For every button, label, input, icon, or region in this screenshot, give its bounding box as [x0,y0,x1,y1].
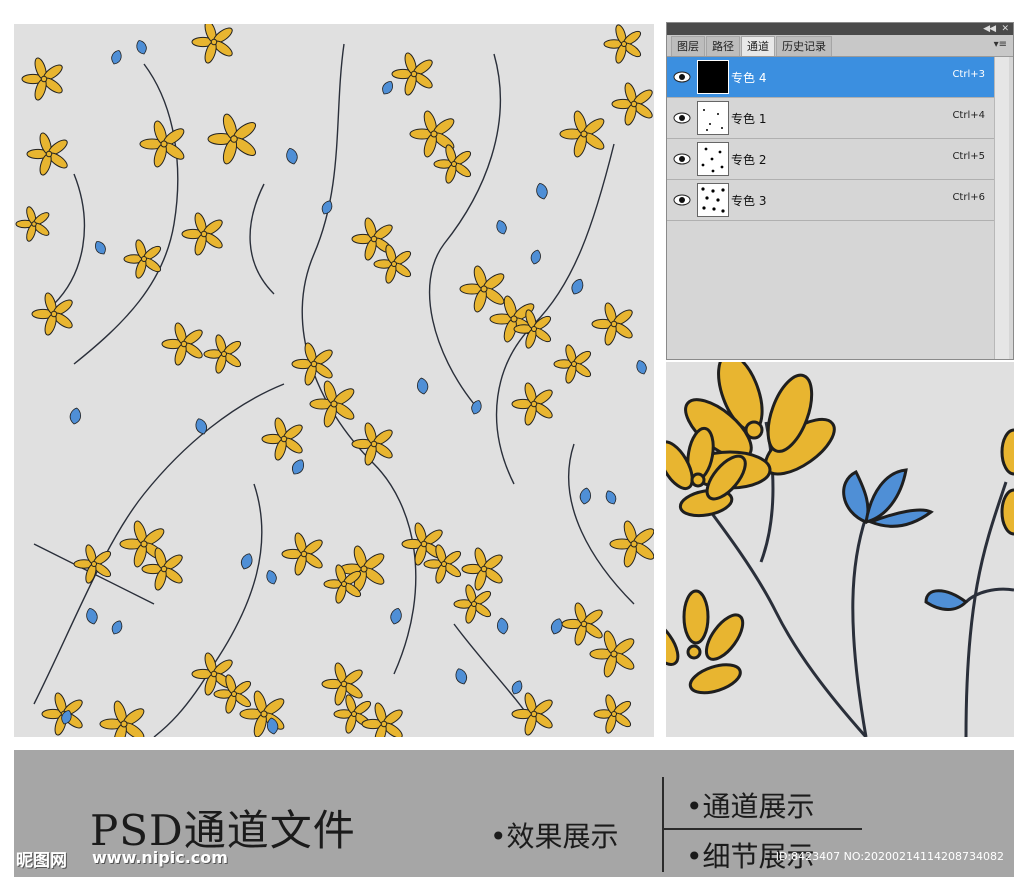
channel-thumbnail [697,101,729,135]
close-icon[interactable]: ✕ [1001,23,1009,35]
eye-icon[interactable] [671,108,693,128]
footer-band: PSD通道文件 •效果展示 •通道展示 •细节展示 昵图网 www.nipic.… [14,750,1014,877]
channel-row[interactable]: 专色 2 Ctrl+5 [667,139,995,180]
channel-shortcut: Ctrl+5 [952,151,985,162]
panel-menu-icon[interactable]: ▾≡ [994,39,1007,50]
channel-label: •通道展示 [686,790,815,823]
collapse-icon[interactable]: ◀◀ [983,23,996,35]
channel-thumbnail [697,142,729,176]
channel-thumbnail [697,183,729,217]
floral-pattern-preview [14,24,654,737]
floral-detail-zoom [666,362,1014,737]
tab-channels[interactable]: 通道 [741,36,775,56]
effect-label: •效果展示 [490,820,619,853]
channel-shortcut: Ctrl+6 [952,192,985,203]
channel-name: 专色 1 [731,112,767,126]
channel-list: 专色 4 Ctrl+3 专色 1 Ctrl+4 专色 2 Ctrl+5 专色 3… [667,57,995,221]
vertical-divider [662,777,664,872]
channel-thumbnail [697,60,729,94]
horizontal-divider [662,828,862,830]
image-id: ID:8423407 NO:20200214114208734082 [775,850,1004,863]
site-url: www.nipic.com [92,848,228,867]
tab-history[interactable]: 历史记录 [776,36,832,56]
panel-tabs: 图层 路径 通道 历史记录 ▾≡ [667,35,1013,57]
channel-name: 专色 4 [731,71,767,85]
channel-shortcut: Ctrl+3 [952,69,985,80]
channel-row[interactable]: 专色 1 Ctrl+4 [667,98,995,139]
eye-icon[interactable] [671,149,693,169]
panel-title-bar: ◀◀ ✕ [667,23,1013,35]
channel-name: 专色 3 [731,194,767,208]
tab-paths[interactable]: 路径 [706,36,740,56]
channel-row[interactable]: 专色 3 Ctrl+6 [667,180,995,221]
channels-panel: ◀◀ ✕ 图层 路径 通道 历史记录 ▾≡ 专色 4 Ctrl+3 专色 1 C… [666,22,1014,360]
eye-icon[interactable] [671,190,693,210]
channel-row[interactable]: 专色 4 Ctrl+3 [667,57,995,98]
panel-scrollbar[interactable] [994,57,1009,359]
tab-layers[interactable]: 图层 [671,36,705,56]
channel-shortcut: Ctrl+4 [952,110,985,121]
channel-name: 专色 2 [731,153,767,167]
eye-icon[interactable] [671,67,693,87]
site-logo: 昵图网 [16,851,67,871]
